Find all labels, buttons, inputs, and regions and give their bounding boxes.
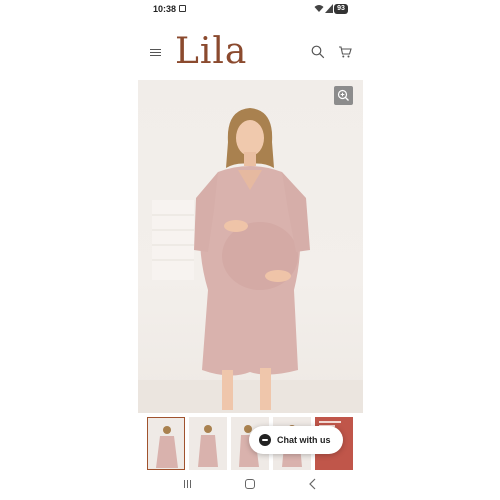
- site-header: Lila: [138, 18, 363, 80]
- product-image[interactable]: [138, 80, 363, 413]
- thumbnail-1[interactable]: [147, 417, 185, 470]
- battery-indicator: 93: [334, 4, 348, 14]
- signal-icon: [325, 4, 333, 13]
- zoom-button[interactable]: [334, 86, 353, 105]
- status-bar: 10:38 93: [138, 0, 363, 18]
- back-icon[interactable]: [308, 478, 318, 490]
- status-time: 10:38: [153, 4, 177, 14]
- chat-icon: [259, 434, 271, 446]
- home-icon[interactable]: [245, 479, 255, 489]
- menu-icon[interactable]: [150, 49, 161, 57]
- brand-logo[interactable]: Lila: [175, 30, 247, 74]
- system-nav-bar: [138, 470, 363, 500]
- thumbnail-2[interactable]: [189, 417, 227, 470]
- model-photo: [138, 108, 363, 413]
- recents-icon[interactable]: [183, 478, 193, 490]
- search-icon[interactable]: [311, 45, 325, 59]
- cart-icon[interactable]: [338, 45, 352, 59]
- zoom-in-icon: [337, 89, 349, 101]
- chat-button[interactable]: Chat with us: [249, 426, 343, 454]
- wifi-icon: [314, 5, 324, 12]
- screenshot-icon: [179, 5, 186, 12]
- chat-label: Chat with us: [277, 435, 331, 445]
- phone-screen: 10:38 93 Lila Chat with us: [138, 0, 363, 500]
